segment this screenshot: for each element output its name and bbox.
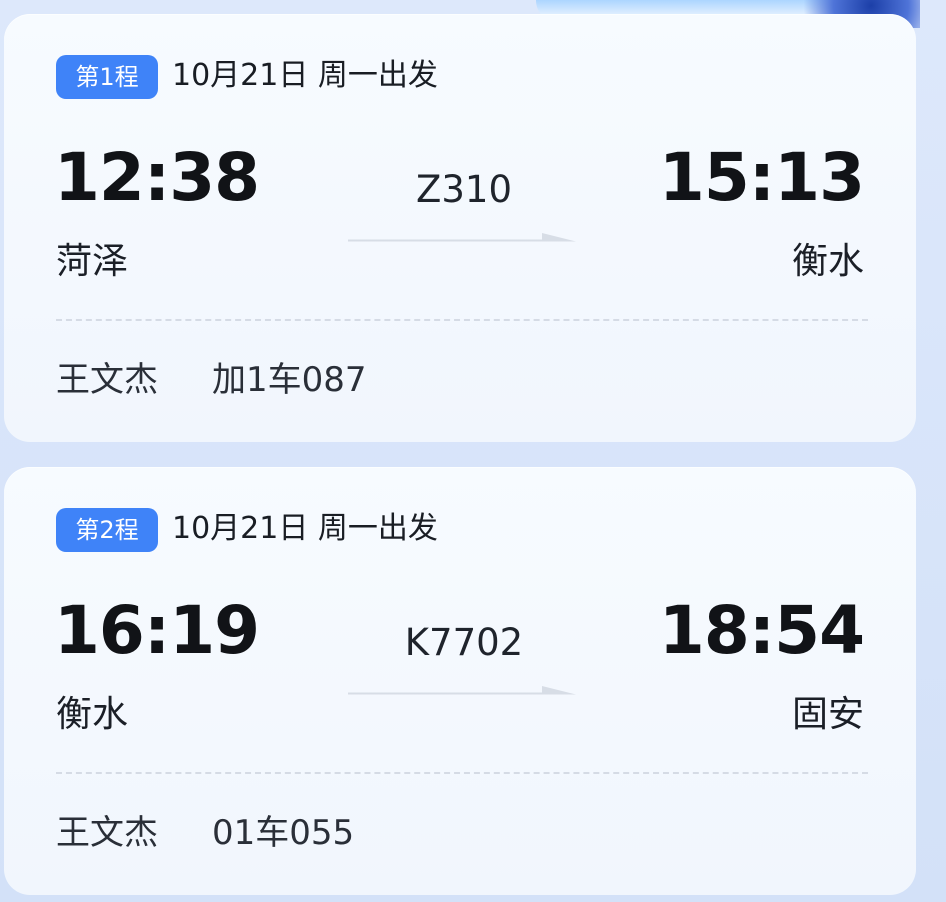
seat-info: 加1车087: [212, 360, 367, 400]
passenger-name: 王文杰: [56, 360, 158, 400]
departure-date: 10月21日 周一出发: [172, 511, 438, 546]
arrow-right-icon: [348, 229, 576, 249]
passenger-name: 王文杰: [56, 813, 158, 853]
trip-badge: 第1程: [56, 55, 158, 99]
divider: [56, 772, 868, 774]
arrow-right-icon: [348, 682, 576, 702]
train-number: Z310: [416, 168, 512, 211]
arrival-station: 固安: [791, 694, 864, 735]
arrival-time: 15:13: [658, 139, 865, 216]
trip-badge: 第2程: [56, 508, 158, 552]
departure-station: 衡水: [56, 694, 129, 735]
departure-time: 16:19: [54, 592, 260, 669]
train-number: K7702: [404, 621, 524, 664]
seat-info: 01车055: [212, 813, 355, 853]
departure-date: 10月21日 周一出发: [172, 58, 438, 93]
departure-time: 12:38: [54, 139, 260, 216]
arrival-station: 衡水: [791, 241, 864, 282]
arrival-time: 18:54: [658, 592, 865, 669]
trip-card-2[interactable]: 第2程 10月21日 周一出发 16:19 K7702 18:54 衡水 固安 …: [4, 467, 916, 895]
divider: [56, 319, 868, 321]
departure-station: 菏泽: [56, 241, 129, 282]
trip-card-1[interactable]: 第1程 10月21日 周一出发 12:38 Z310 15:13 菏泽 衡水 王…: [4, 14, 916, 442]
